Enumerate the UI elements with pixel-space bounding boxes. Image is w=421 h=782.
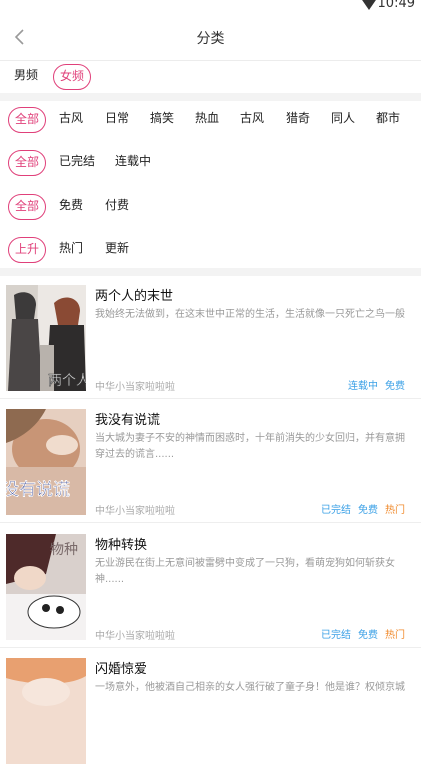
status-tag: 连载中 [348, 381, 378, 392]
book-description: 无业游民在街上无意间被雷劈中变成了一只狗，看萌宠狗如何斩获女神...... [95, 558, 395, 585]
divider [0, 647, 421, 648]
genre-chip-all[interactable]: 全部 [8, 107, 47, 133]
genre-chip[interactable]: 猎奇 [286, 106, 310, 130]
book-author: 中华小当家啦啦啦 [95, 506, 175, 517]
status-tag: 已完结 [321, 630, 351, 641]
genre-chip[interactable]: 搞笑 [150, 106, 174, 130]
price-chip-paid[interactable]: 付费 [105, 193, 129, 217]
sort-chip-rising[interactable]: 上升 [8, 237, 47, 263]
gender-filter-row: 男频 女频 [0, 63, 421, 93]
book-cover-image: 物种 [6, 534, 86, 640]
book-title: 物种转换 [95, 538, 148, 553]
book-title: 闪婚惊爱 [95, 662, 148, 677]
wifi-icon [360, 0, 378, 10]
price-chip-free[interactable]: 免费 [59, 193, 83, 217]
genre-chip[interactable]: 都市 [376, 106, 400, 130]
hot-tag: 热门 [385, 505, 405, 516]
book-card[interactable]: 两个人 两个人的末世 我始终无法做到，在这末世中正常的生活，生活就像一只死亡之鸟… [0, 285, 421, 409]
sort-filter-row: 上升 热门 更新 [0, 236, 421, 266]
book-description: 一场意外，他被酒自己相亲的女人强行破了童子身！他是谁？权倾京城 [95, 682, 405, 693]
book-card[interactable]: 没有说谎 我没有说谎 当大城为妻子不安的神情而困惑时，十年前消失的少女回归，并有… [0, 409, 421, 533]
svg-text:没有说谎: 没有说谎 [6, 480, 70, 500]
genre-chip[interactable]: 日常 [105, 106, 129, 130]
divider [0, 522, 421, 523]
genre-filter-row: 全部 古风 日常 搞笑 热血 古风 猎奇 同人 都市 [0, 106, 421, 136]
book-author: 中华小当家啦啦啦 [95, 631, 175, 642]
progress-chip-finished[interactable]: 已完结 [59, 149, 95, 173]
book-cover-image: 两个人 [6, 285, 86, 391]
book-card[interactable]: 物种 物种转换 无业游民在街上无意间被雷劈中变成了一只狗，看萌宠狗如何斩获女神.… [0, 534, 421, 658]
nav-bar: 分类 [0, 14, 421, 61]
svg-text:两个人: 两个人 [48, 373, 86, 389]
gender-female-chip[interactable]: 女频 [53, 64, 92, 90]
gender-male-chip[interactable]: 男频 [14, 63, 38, 87]
book-tags: 连载中 免费 [341, 377, 405, 392]
progress-filter-row: 全部 已完结 连载中 [0, 149, 421, 179]
price-filter-row: 全部 免费 付费 [0, 193, 421, 223]
book-author: 中华小当家啦啦啦 [95, 382, 175, 393]
book-description: 我始终无法做到，在这末世中正常的生活，生活就像一只死亡之鸟一般 [95, 309, 405, 320]
book-cover-image [6, 658, 86, 764]
progress-chip-all[interactable]: 全部 [8, 150, 47, 176]
divider [0, 268, 421, 276]
divider [0, 398, 421, 399]
price-tag: 免费 [385, 381, 405, 392]
status-bar: 10:49 [0, 0, 421, 14]
sort-chip-update[interactable]: 更新 [105, 236, 129, 260]
status-tag: 已完结 [321, 505, 351, 516]
book-cover-image: 没有说谎 [6, 409, 86, 515]
progress-chip-ongoing[interactable]: 连载中 [115, 149, 151, 173]
genre-chip[interactable]: 热血 [195, 106, 219, 130]
book-tags: 已完结 免费 热门 [314, 626, 405, 641]
hot-tag: 热门 [385, 630, 405, 641]
price-tag: 免费 [358, 630, 378, 641]
price-tag: 免费 [358, 505, 378, 516]
divider [0, 93, 421, 101]
book-card[interactable]: 闪婚惊爱 一场意外，他被酒自己相亲的女人强行破了童子身！他是谁？权倾京城 [0, 658, 421, 782]
price-chip-all[interactable]: 全部 [8, 194, 47, 220]
genre-chip[interactable]: 同人 [331, 106, 355, 130]
svg-text:物种: 物种 [50, 542, 78, 558]
page-title: 分类 [196, 31, 225, 47]
book-title: 两个人的末世 [95, 289, 174, 304]
book-description: 当大城为妻子不安的神情而困惑时，十年前消失的少女回归，并有意拥穿过去的谎言...… [95, 433, 405, 460]
genre-chip[interactable]: 古风 [59, 106, 83, 130]
sort-chip-hot[interactable]: 热门 [59, 236, 83, 260]
book-tags: 已完结 免费 热门 [314, 501, 405, 516]
status-time: 10:49 [377, 0, 415, 11]
book-title: 我没有说谎 [95, 413, 161, 428]
genre-chip[interactable]: 古风 [240, 106, 264, 130]
